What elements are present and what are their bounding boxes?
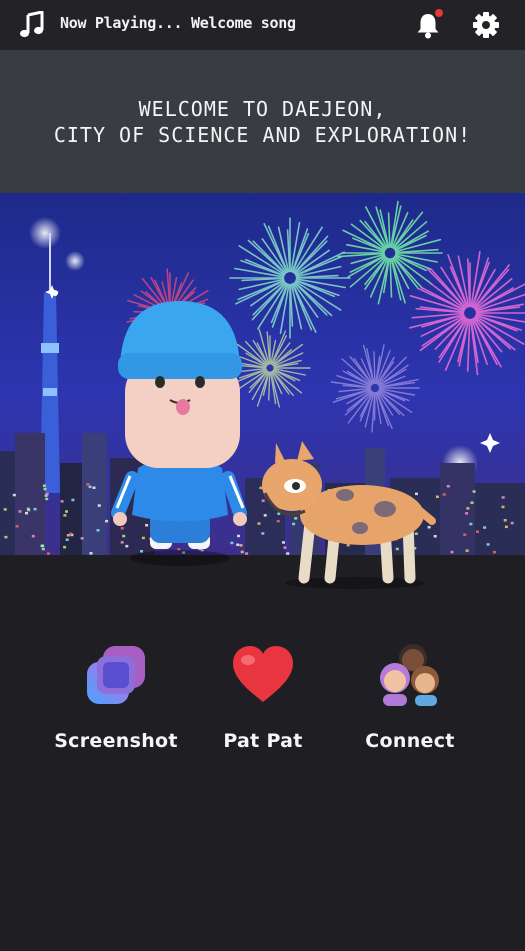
connect-button[interactable]: Connect [340, 640, 480, 752]
notification-dot [435, 9, 443, 17]
connect-label: Connect [365, 730, 455, 752]
screenshot-frame-icon [87, 646, 145, 704]
pat-pat-label: Pat Pat [223, 730, 303, 752]
action-bar: Screenshot Pat Pat Connect [0, 640, 525, 760]
screenshot-button[interactable]: Screenshot [46, 640, 186, 752]
top-bar: Now Playing... Welcome song [0, 0, 525, 50]
screenshot-label: Screenshot [54, 730, 178, 752]
welcome-line-2: CITY OF SCIENCE AND EXPLORATION! [53, 122, 472, 147]
heart-icon [233, 646, 293, 702]
people-group-icon [380, 644, 439, 706]
pat-pat-button[interactable]: Pat Pat [193, 640, 333, 752]
gear-icon[interactable] [472, 11, 500, 39]
city-fireworks-scene [0, 193, 525, 593]
music-note-icon[interactable] [18, 11, 46, 39]
now-playing-text: Now Playing... Welcome song [60, 14, 296, 32]
welcome-banner: WELCOME TO DAEJEON, CITY OF SCIENCE AND … [0, 50, 525, 193]
ground [0, 555, 525, 593]
welcome-line-1: WELCOME TO DAEJEON, [138, 96, 387, 121]
